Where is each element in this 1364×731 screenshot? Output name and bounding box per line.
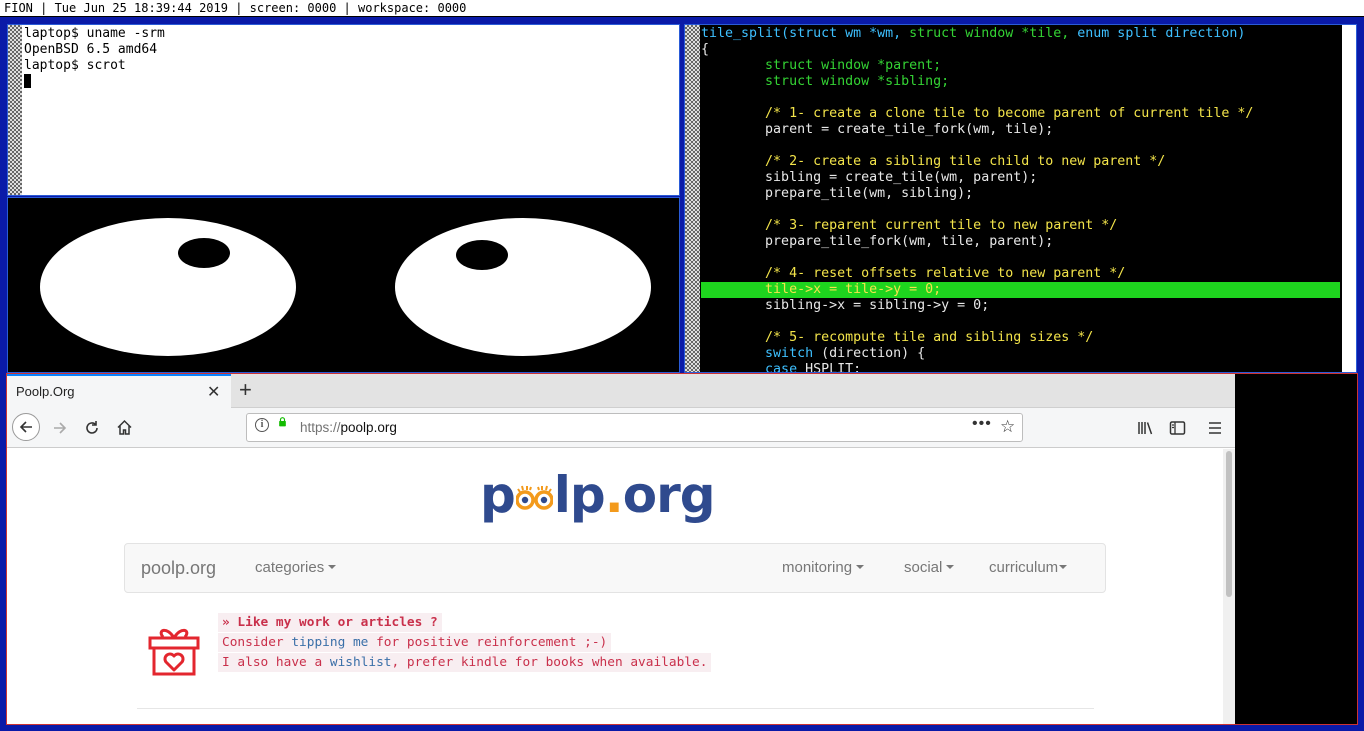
- code-line: {: [701, 42, 710, 57]
- code-line: /* 3- reparent current tile to new paren…: [765, 218, 1118, 233]
- editor-scrollbar[interactable]: [685, 25, 700, 372]
- url-text[interactable]: https://poolp.org: [300, 420, 397, 435]
- code-line: /* 2- create a sibling tile child to new…: [765, 154, 1166, 169]
- terminal-cursor: [24, 74, 31, 88]
- lock-icon: [279, 417, 286, 427]
- terminal-output[interactable]: laptop$ uname -srm OpenBSD 6.5 amd64 lap…: [24, 25, 665, 195]
- nav-categories[interactable]: categories: [255, 559, 337, 576]
- library-icon[interactable]: [1137, 420, 1154, 436]
- terminal-line: laptop$ scrot: [24, 58, 126, 73]
- sidebar-icon[interactable]: [1169, 420, 1186, 436]
- terminal-cursor-line: [24, 74, 665, 91]
- code-line: /* 1- create a clone tile to become pare…: [765, 106, 1254, 121]
- code-line: switch (direction) {: [765, 346, 926, 361]
- highlighted-code-line: tile->x = tile->y = 0;: [701, 282, 1340, 298]
- divider: [137, 708, 1094, 709]
- right-pupil: [456, 240, 508, 270]
- firefox-browser: Poolp.Org ✕ + i https://poolp.org ••• ☆: [7, 374, 1235, 724]
- page-scrollbar[interactable]: [1223, 449, 1235, 724]
- code-line: tile_split(struct wm *wm, struct window …: [701, 26, 1246, 41]
- code-editor-window[interactable]: tile_split(struct wm *wm, struct window …: [684, 24, 1357, 373]
- code-view[interactable]: tile_split(struct wm *wm, struct window …: [701, 25, 1340, 372]
- tip-heading: » Like my work or articles ?: [218, 613, 442, 632]
- caret-down-icon: [856, 565, 865, 569]
- left-pupil: [178, 238, 230, 268]
- code-line: /* 5- recompute tile and sibling sizes *…: [765, 330, 1094, 345]
- caret-down-icon: [946, 565, 955, 569]
- wishlist-link[interactable]: wishlist: [330, 655, 392, 670]
- xeyes-graphic: [40, 218, 651, 356]
- tipping-link[interactable]: tipping me: [291, 635, 368, 650]
- logo-eyes-icon: [515, 470, 554, 510]
- browser-window[interactable]: Poolp.Org ✕ + i https://poolp.org ••• ☆: [6, 373, 1358, 725]
- reload-icon[interactable]: [84, 420, 100, 436]
- home-icon[interactable]: [116, 419, 133, 436]
- nav-social[interactable]: social: [904, 559, 955, 576]
- back-arrow-icon: [19, 421, 32, 433]
- code-line: sibling->x = sibling->y = 0;: [765, 298, 990, 313]
- code-line: prepare_tile_fork(wm, tile, parent);: [765, 234, 1054, 249]
- close-icon[interactable]: ✕: [207, 382, 220, 402]
- code-line: /* 4- reset offsets relative to new pare…: [765, 266, 1126, 281]
- scrollbar-thumb[interactable]: [1226, 451, 1232, 597]
- new-tab-button[interactable]: +: [239, 377, 252, 403]
- page-actions-icon[interactable]: •••: [972, 415, 992, 433]
- code-line: struct window *parent;: [765, 58, 942, 73]
- tab-title: Poolp.Org: [16, 384, 75, 399]
- forward-arrow-icon[interactable]: [52, 420, 68, 436]
- tip-line: Consider tipping me for positive reinfor…: [218, 633, 612, 652]
- nav-curriculum[interactable]: curriculum: [989, 559, 1068, 576]
- wm-bottom-border: [0, 725, 1364, 731]
- code-line: case HSPLIT:: [765, 362, 862, 372]
- nav-brand-link[interactable]: poolp.org: [141, 558, 216, 579]
- terminal-window[interactable]: laptop$ uname -srm OpenBSD 6.5 amd64 lap…: [7, 24, 680, 196]
- navigation-toolbar: i https://poolp.org ••• ☆: [7, 408, 1235, 448]
- info-icon[interactable]: i: [255, 418, 269, 432]
- site-navbar: poolp.org categories monitoring social c…: [124, 543, 1106, 593]
- gift-icon: [148, 628, 200, 676]
- nav-monitoring[interactable]: monitoring: [782, 559, 865, 576]
- web-page-content: p lp.org poolp.org categories monitoring …: [7, 449, 1235, 724]
- caret-down-icon: [328, 565, 337, 569]
- code-line: prepare_tile(wm, sibling);: [765, 186, 974, 201]
- code-line: parent = create_tile_fork(wm, tile);: [765, 122, 1054, 137]
- tab-poolp[interactable]: Poolp.Org ✕: [7, 374, 231, 408]
- left-eye: [40, 218, 296, 356]
- code-line: sibling = create_tile(wm, parent);: [765, 170, 1038, 185]
- terminal-line: laptop$ uname -srm: [24, 26, 165, 41]
- tab-strip: Poolp.Org ✕ +: [7, 374, 1235, 408]
- back-button[interactable]: [12, 413, 40, 441]
- bookmark-star-icon[interactable]: ☆: [1000, 417, 1015, 437]
- terminal-scrollbar[interactable]: [8, 25, 22, 195]
- editor-right-margin: [1341, 25, 1356, 372]
- xeyes-window[interactable]: [7, 197, 680, 373]
- right-eye: [395, 218, 651, 356]
- url-bar[interactable]: i https://poolp.org ••• ☆: [246, 413, 1023, 442]
- hamburger-menu-icon[interactable]: [1207, 420, 1223, 436]
- function-name: tile_split: [701, 26, 782, 41]
- terminal-line: OpenBSD 6.5 amd64: [24, 42, 158, 57]
- caret-down-icon: [1059, 565, 1068, 569]
- code-line: struct window *sibling;: [765, 74, 950, 89]
- wishlist-line: I also have a wishlist, prefer kindle fo…: [218, 653, 712, 672]
- site-logo[interactable]: p lp.org: [480, 467, 716, 523]
- wm-status-bar: FION | Tue Jun 25 18:39:44 2019 | screen…: [0, 0, 1364, 17]
